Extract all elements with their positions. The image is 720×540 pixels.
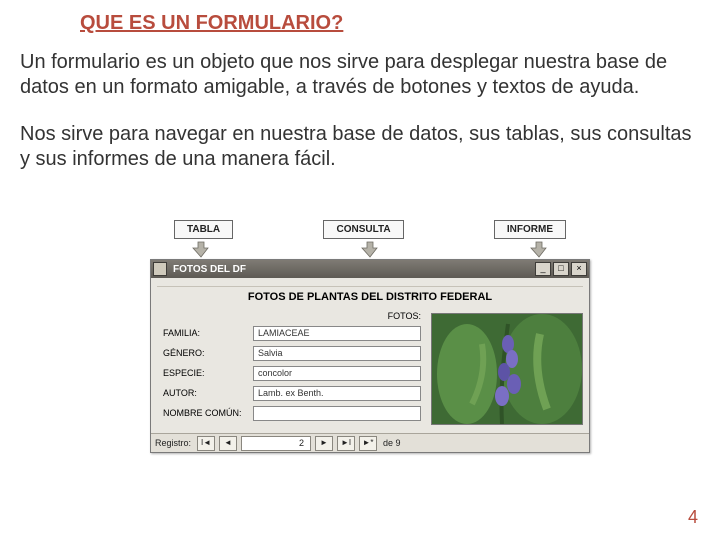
box-informe: INFORME — [494, 220, 566, 239]
fotos-label: FOTOS: — [157, 311, 421, 321]
paragraph-1: Un formulario es un objeto que nos sirve… — [20, 50, 700, 100]
nav-first-button[interactable]: I◄ — [197, 436, 215, 451]
label-especie: ESPECIE: — [157, 368, 253, 378]
paragraph-2: Nos sirve para navegar en nuestra base d… — [20, 122, 700, 172]
box-consulta: CONSULTA — [323, 220, 403, 239]
slide-title: QUE ES UN FORMULARIO? — [80, 12, 343, 35]
record-navigator: Registro: I◄ ◄ 2 ► ►I ►* de 9 — [151, 433, 589, 452]
window-title: FOTOS DEL DF — [171, 264, 531, 275]
window-titlebar[interactable]: FOTOS DEL DF _ □ × — [151, 260, 589, 278]
box-tabla: TABLA — [174, 220, 233, 239]
label-genero: GÉNERO: — [157, 348, 253, 358]
label-autor: AUTOR: — [157, 388, 253, 398]
arrow-down-icon — [192, 240, 210, 258]
arrow-down-icon — [361, 240, 379, 258]
arrows-row — [150, 239, 590, 259]
value-familia[interactable]: LAMIACEAE — [253, 326, 421, 341]
form-icon — [153, 262, 167, 276]
label-nombrecomun: NOMBRE COMÚN: — [157, 408, 253, 418]
form-fields: FOTOS: FAMILIA: LAMIACEAE GÉNERO: Salvia… — [157, 311, 421, 425]
label-familia: FAMILIA: — [157, 328, 253, 338]
nav-new-button[interactable]: ►* — [359, 436, 377, 451]
page-number: 4 — [688, 507, 698, 528]
value-autor[interactable]: Lamb. ex Benth. — [253, 386, 421, 401]
minimize-button[interactable]: _ — [535, 262, 551, 276]
access-form-window: FOTOS DEL DF _ □ × FOTOS DE PLANTAS DEL … — [150, 259, 590, 453]
nav-label: Registro: — [155, 438, 191, 448]
photo-preview — [431, 313, 583, 425]
value-genero[interactable]: Salvia — [253, 346, 421, 361]
field-row-especie: ESPECIE: concolor — [157, 363, 421, 383]
nav-total-label: de 9 — [383, 438, 401, 448]
field-row-familia: FAMILIA: LAMIACEAE — [157, 323, 421, 343]
figure: TABLA CONSULTA INFORME FOTOS DEL DF _ □ — [150, 220, 590, 453]
body-text: Un formulario es un objeto que nos sirve… — [20, 50, 700, 194]
top-boxes: TABLA CONSULTA INFORME — [150, 220, 590, 239]
nav-prev-button[interactable]: ◄ — [219, 436, 237, 451]
field-row-nombrecomun: NOMBRE COMÚN: — [157, 403, 421, 423]
form-content: FOTOS DE PLANTAS DEL DISTRITO FEDERAL FO… — [151, 278, 589, 433]
nav-record-input[interactable]: 2 — [241, 436, 311, 451]
nav-next-button[interactable]: ► — [315, 436, 333, 451]
value-especie[interactable]: concolor — [253, 366, 421, 381]
field-row-autor: AUTOR: Lamb. ex Benth. — [157, 383, 421, 403]
nav-last-button[interactable]: ►I — [337, 436, 355, 451]
close-button[interactable]: × — [571, 262, 587, 276]
arrow-down-icon — [530, 240, 548, 258]
field-row-genero: GÉNERO: Salvia — [157, 343, 421, 363]
value-nombrecomun[interactable] — [253, 406, 421, 421]
form-heading: FOTOS DE PLANTAS DEL DISTRITO FEDERAL — [157, 286, 583, 303]
maximize-button[interactable]: □ — [553, 262, 569, 276]
